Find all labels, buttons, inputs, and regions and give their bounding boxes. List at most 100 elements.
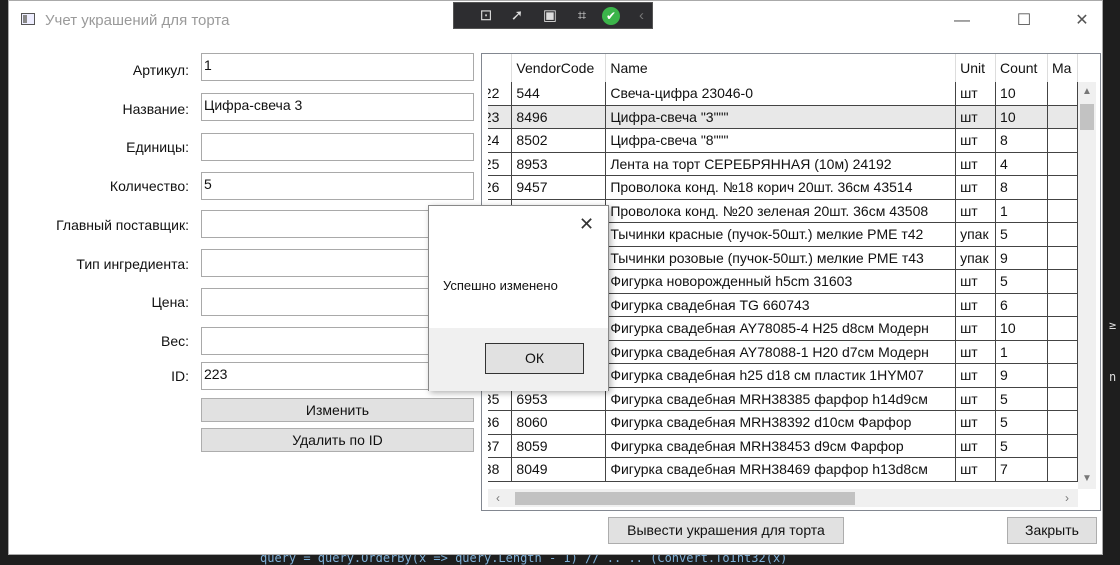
table-cell[interactable]: Фигурка новорожденный h5cm 31603 (605, 269, 957, 294)
horizontal-scroll-thumb[interactable] (515, 492, 855, 505)
table-cell[interactable]: 5 (995, 269, 1048, 294)
table-cell[interactable]: 225 (488, 152, 513, 176)
table-cell[interactable]: шт (955, 152, 997, 176)
table-cell[interactable]: шт (955, 128, 997, 153)
table-row[interactable]: 2388049Фигурка свадебная MRH38469 фарфор… (488, 457, 1078, 482)
table-cell[interactable] (1047, 82, 1078, 106)
table-cell[interactable]: 224 (488, 128, 513, 153)
table-cell[interactable] (1047, 387, 1078, 411)
table-cell[interactable] (1047, 152, 1078, 176)
table-cell[interactable] (1047, 434, 1078, 458)
table-cell[interactable]: 9457 (511, 175, 607, 200)
table-cell[interactable]: Фигурка свадебная MRH38385 фарфор h14d9с… (605, 387, 957, 411)
table-cell[interactable]: шт (955, 293, 997, 317)
collapse-icon[interactable]: ‹ (639, 7, 644, 24)
minimize-button[interactable]: — (939, 7, 985, 35)
table-cell[interactable] (1047, 269, 1078, 294)
column-header-unit[interactable]: Unit (955, 54, 997, 82)
edit-button[interactable]: Изменить (201, 398, 474, 422)
table-row[interactable]: 2378059Фигурка свадебная MRH38453 d9см Ф… (488, 434, 1078, 458)
table-cell[interactable]: шт (955, 105, 997, 129)
table-row[interactable]: 2258953Лента на торт СЕРЕБРЯННАЯ (10м) 2… (488, 152, 1078, 176)
scroll-up-arrow-icon[interactable]: ▲ (1082, 86, 1092, 97)
table-cell[interactable] (1047, 293, 1078, 317)
table-row[interactable]: 2368060Фигурка свадебная MRH38392 d10см … (488, 410, 1078, 435)
table-cell[interactable]: 1 (995, 199, 1048, 223)
table-cell[interactable] (1047, 105, 1078, 129)
show-decorations-button[interactable]: Вывести украшения для торта (608, 517, 844, 544)
table-cell[interactable]: 8060 (511, 410, 607, 435)
table-cell[interactable]: 5 (995, 387, 1048, 411)
table-cell[interactable]: шт (955, 82, 997, 106)
table-cell[interactable]: 10 (995, 105, 1048, 129)
table-cell[interactable]: Фигурка свадебная AY78088-1 H20 d7см Мод… (605, 340, 957, 364)
table-cell[interactable]: Цифра-свеча "3""" (605, 105, 957, 129)
table-cell[interactable]: шт (955, 269, 997, 294)
table-cell[interactable] (1047, 222, 1078, 247)
table-cell[interactable]: шт (955, 175, 997, 200)
table-cell[interactable]: Фигурка свадебная MRH38453 d9см Фарфор (605, 434, 957, 458)
table-cell[interactable] (1047, 128, 1078, 153)
table-cell[interactable]: 5 (995, 410, 1048, 435)
scroll-right-arrow-icon[interactable]: › (1065, 491, 1069, 505)
column-header-name[interactable]: Name (605, 54, 957, 82)
table-cell[interactable] (1047, 246, 1078, 270)
scroll-left-arrow-icon[interactable]: ‹ (496, 491, 500, 505)
table-cell[interactable]: шт (955, 199, 997, 223)
table-cell[interactable]: шт (955, 410, 997, 435)
horizontal-scrollbar[interactable]: ‹ › (488, 489, 1078, 507)
check-icon[interactable]: ✔ (602, 7, 620, 25)
table-cell[interactable]: 222 (488, 82, 513, 106)
table-cell[interactable] (1047, 175, 1078, 200)
table-cell[interactable]: Тычинки красные (пучок-50шт.) мелкие PME… (605, 222, 957, 247)
dialog-ok-button[interactable]: ОК (485, 343, 584, 374)
table-cell[interactable]: 9 (995, 246, 1048, 270)
table-cell[interactable]: 8059 (511, 434, 607, 458)
quantity-field[interactable]: 5 (201, 172, 474, 200)
table-cell[interactable]: 237 (488, 434, 513, 458)
article-field[interactable]: 1 (201, 53, 474, 81)
table-cell[interactable]: 5 (995, 222, 1048, 247)
table-cell[interactable]: 8502 (511, 128, 607, 153)
close-button[interactable]: Закрыть (1007, 517, 1097, 544)
table-cell[interactable]: Проволока конд. №18 корич 20шт. 36см 435… (605, 175, 957, 200)
column-header-count[interactable]: Count (995, 54, 1048, 82)
table-cell[interactable] (1047, 199, 1078, 223)
name-field[interactable]: Цифра-свеча 3 (201, 93, 474, 121)
table-cell[interactable]: шт (955, 363, 997, 388)
table-cell[interactable]: Цифра-свеча "8""" (605, 128, 957, 153)
table-cell[interactable]: 10 (995, 82, 1048, 106)
delete-by-id-button[interactable]: Удалить по ID (201, 428, 474, 452)
table-cell[interactable] (1047, 340, 1078, 364)
table-cell[interactable]: шт (955, 387, 997, 411)
table-cell[interactable]: шт (955, 434, 997, 458)
table-cell[interactable]: Фигурка свадебная TG 660743 (605, 293, 957, 317)
units-field[interactable] (201, 133, 474, 161)
column-header-vendor-code[interactable]: VendorCode (511, 54, 607, 82)
table-row[interactable]: 2248502Цифра-свеча "8"""шт8 (488, 128, 1078, 153)
table-cell[interactable]: 544 (511, 82, 607, 106)
table-cell[interactable]: шт (955, 316, 997, 341)
vertical-scrollbar[interactable]: ▲ ▼ (1078, 82, 1096, 489)
table-cell[interactable]: Свеча-цифра 23046-0 (605, 82, 957, 106)
table-cell[interactable]: 9 (995, 363, 1048, 388)
table-cell[interactable]: 6 (995, 293, 1048, 317)
frame-icon[interactable]: ▣ (540, 7, 560, 25)
dialog-close-icon[interactable]: ✕ (579, 214, 594, 235)
table-cell[interactable]: Фигурка свадебная MRH38392 d10см Фарфор (605, 410, 957, 435)
vertical-scroll-thumb[interactable] (1080, 104, 1094, 130)
maximize-button[interactable]: ☐ (1001, 7, 1047, 35)
inspect-icon[interactable]: ⌗ (572, 7, 592, 25)
table-cell[interactable]: Фигурка свадебная AY78085-4 H25 d8см Мод… (605, 316, 957, 341)
table-row[interactable]: 222544Свеча-цифра 23046-0шт10 (488, 82, 1078, 106)
column-header-id[interactable]: Id (488, 54, 513, 82)
table-cell[interactable]: Тычинки розовые (пучок-50шт.) мелкие PME… (605, 246, 957, 270)
scroll-down-arrow-icon[interactable]: ▼ (1082, 473, 1092, 484)
cursor-icon[interactable]: ➚ (507, 7, 527, 25)
table-cell[interactable]: 10 (995, 316, 1048, 341)
table-cell[interactable]: 8049 (511, 457, 607, 482)
table-cell[interactable]: 238 (488, 457, 513, 482)
table-cell[interactable]: 8 (995, 175, 1048, 200)
column-header-ma[interactable]: Ma (1047, 54, 1078, 82)
table-cell[interactable]: шт (955, 340, 997, 364)
